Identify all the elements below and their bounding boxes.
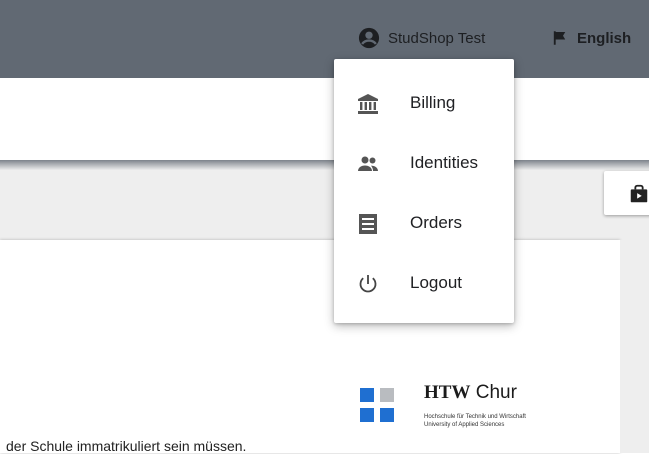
sub-header-band (0, 160, 649, 170)
logo-subtitle-de: Hochschule für Technik und Wirtschaft (424, 414, 526, 420)
language-selector[interactable]: English (551, 26, 631, 50)
account-circle-icon (358, 27, 380, 49)
htw-chur-logo: HTW Chur Hochschule für Technik und Wirt… (360, 382, 600, 440)
language-label: English (577, 29, 632, 47)
list-icon (356, 212, 380, 236)
menu-item-label: Orders (410, 213, 462, 232)
content-header-area (0, 170, 649, 240)
logo-name: HTW Chur (424, 382, 517, 404)
user-name: StudShop Test (388, 29, 486, 47)
logo-square (360, 408, 374, 422)
body-text-fragment: der Schule immatrikuliert sein müssen. (6, 438, 247, 454)
menu-item-billing[interactable]: Billing (334, 75, 514, 131)
bank-icon (356, 92, 380, 116)
user-dropdown-menu: Billing Identities Orders Logout (334, 59, 514, 323)
power-icon (356, 272, 380, 296)
menu-item-orders[interactable]: Orders (334, 195, 514, 251)
menu-item-label: Identities (410, 153, 479, 172)
flag-icon (551, 29, 569, 47)
shopping-bag-icon (628, 183, 649, 205)
menu-item-label: Logout (410, 273, 462, 292)
top-app-bar: StudShop Test English (0, 0, 649, 78)
logo-name-regular: Chur (475, 382, 517, 403)
user-menu-toggle[interactable]: StudShop Test (358, 26, 485, 50)
menu-item-logout[interactable]: Logout (334, 255, 514, 311)
people-icon (356, 152, 380, 176)
right-gutter (620, 240, 649, 453)
menu-item-label: Billing (410, 93, 456, 112)
logo-square (360, 388, 374, 402)
logo-subtitle-en: University of Applied Sciences (424, 422, 505, 428)
logo-square (380, 388, 394, 402)
menu-item-identities[interactable]: Identities (334, 135, 514, 191)
logo-name-bold: HTW (424, 382, 471, 403)
shop-button[interactable] (604, 171, 649, 215)
logo-square (380, 408, 394, 422)
